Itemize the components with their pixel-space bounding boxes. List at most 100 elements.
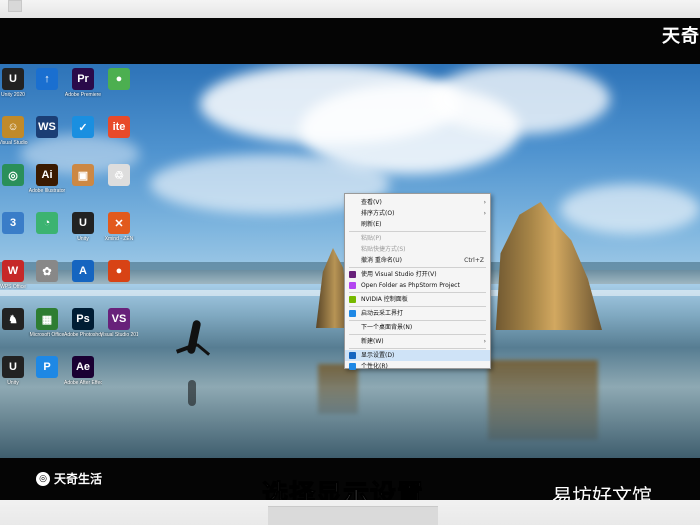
desktop-icon[interactable]: A [64,260,102,284]
desktop-icon[interactable]: Pr Adobe Premiere [64,68,102,98]
brand-logo-icon: ◎ [36,471,50,486]
menu-separator [349,334,486,335]
app-icon: U [2,356,24,378]
context-menu-item[interactable]: 查看(V) › [345,197,490,208]
context-menu-item[interactable]: 个性化(R) [345,361,490,372]
app-icon: ◎ [2,164,24,186]
menu-item-label: NVIDIA 控制面板 [361,296,408,303]
menu-item-label: 下一个桌面背景(N) [361,324,413,331]
app-icon: ● [108,260,130,282]
menu-item-label: 个性化(R) [361,363,388,370]
desktop-icon-label: Unity [7,380,19,386]
desktop-icon[interactable]: Ae Adobe After Effects [64,356,102,386]
desktop-icon[interactable]: ♲ [100,164,138,188]
menu-item-label: 新建(W) [361,338,384,345]
app-icon: ✓ [72,116,94,138]
menu-item-icon [349,282,356,289]
context-menu-item[interactable]: 下一个桌面背景(N) [345,322,490,333]
app-icon: Ps [72,308,94,330]
desktop-icon[interactable]: ↑ [28,68,66,92]
app-icon: Ai [36,164,58,186]
app-icon: ▣ [72,164,94,186]
menu-item-icon [349,363,356,370]
desktop-icon[interactable]: ✿ [28,260,66,284]
video-frame: 天奇 U Unity 2020 ↑ Pr Adobe Premiere ● ☺ Visual … [0,0,700,525]
desktop-icon-label: Adobe After Effects [64,380,102,386]
monitor-stand [268,506,438,525]
app-icon: ♲ [108,164,130,186]
app-icon: U [2,68,24,90]
app-icon: P [36,356,58,378]
menu-item-label: 刷新(E) [361,221,382,228]
app-icon: Pr [72,68,94,90]
app-icon: WS [36,116,58,138]
context-menu-item[interactable]: 新建(W) › [345,336,490,347]
app-icon: ☺ [2,116,24,138]
desktop-icon[interactable]: ite [100,116,138,140]
desktop-icon-label: Xmind - ZEN [104,236,134,242]
desktop-icon[interactable]: Ai Adobe Illustrator [28,164,66,194]
desktop-icon-label: Adobe Illustrator [28,188,66,194]
app-icon: ▦ [36,308,58,330]
chevron-right-icon: › [483,210,486,217]
menu-separator [349,348,486,349]
menu-separator [349,306,486,307]
desktop-icon[interactable]: Ps Adobe Photoshop [64,308,102,338]
menu-separator [349,320,486,321]
desktop-icon-label: WPS Office [0,284,26,290]
context-menu-item[interactable]: Open Folder as PhpStorm Project [345,280,490,291]
menu-item-icon [349,310,356,317]
app-icon: ✕ [108,212,130,234]
desktop-icon[interactable]: WS [28,116,66,140]
desktop-icon[interactable]: U Unity [64,212,102,242]
desktop-icon[interactable]: ● [100,68,138,92]
desktop-icon[interactable]: ◔ [28,212,66,236]
menu-item-label: 显示设置(D) [361,352,395,359]
app-icon: VS [108,308,130,330]
menu-item-label: 启动云采工界打 [361,310,404,317]
desktop-icon[interactable]: ▦ Microsoft Office [28,308,66,338]
watermark-top-right: 天奇 [662,26,700,47]
app-icon: ite [108,116,130,138]
chevron-right-icon: › [483,199,486,206]
desktop-icon[interactable]: ▣ [64,164,102,188]
desktop-icon[interactable]: ● [100,260,138,284]
context-menu-item[interactable]: 粘贴(P) [345,233,490,244]
desktop-icon[interactable]: ✕ Xmind - ZEN [100,212,138,242]
app-icon: 3 [2,212,24,234]
desktop-icon-label: Adobe Premiere [64,92,102,98]
menu-item-shortcut: Ctrl+Z [464,257,484,264]
context-menu: 查看(V) › 排序方式(O) › 刷新(E) 粘贴(P) 粘贴快捷方式(S) 撤消 重命名(… [344,193,491,372]
context-menu-item[interactable]: 粘贴快捷方式(S) [345,244,490,255]
desktop-icon-label: Unity [77,236,89,242]
menu-separator [349,267,486,268]
desktop-icon[interactable]: P [28,356,66,380]
menu-separator [349,231,486,232]
app-icon: ↑ [36,68,58,90]
app-icon: ● [108,68,130,90]
menu-item-icon [349,296,356,303]
context-menu-item[interactable]: 使用 Visual Studio 打开(V) [345,269,490,280]
brand-logo-text: 天奇生活 [54,472,103,486]
app-icon: ◔ [36,212,58,234]
context-menu-item[interactable]: 启动云采工界打 [345,308,490,319]
context-menu-item[interactable]: 刷新(E) [345,219,490,230]
desktop-icon[interactable]: ✓ [64,116,102,140]
app-icon: W [2,260,24,282]
context-menu-item[interactable]: NVIDIA 控制面板 [345,294,490,305]
brand-logo: ◎ 天奇生活 [36,470,102,487]
menu-item-label: 使用 Visual Studio 打开(V) [361,271,437,278]
desktop-icon[interactable]: VS Visual Studio 2017 [100,308,138,338]
menu-item-icon [349,352,356,359]
menu-item-icon [349,271,356,278]
menu-item-label: 粘贴快捷方式(S) [361,246,406,253]
room-background-bottom [0,500,700,525]
app-icon: ✿ [36,260,58,282]
app-icon: ♞ [2,308,24,330]
desktop-icon-label: Adobe Photoshop [64,332,102,338]
desktop-icon-label: Visual Studio [0,140,28,146]
context-menu-item[interactable]: 排序方式(O) › [345,208,490,219]
context-menu-item[interactable]: 撤消 重命名(U) Ctrl+Z [345,255,490,266]
chevron-right-icon: › [483,338,486,345]
context-menu-item[interactable]: 显示设置(D) [345,350,490,361]
